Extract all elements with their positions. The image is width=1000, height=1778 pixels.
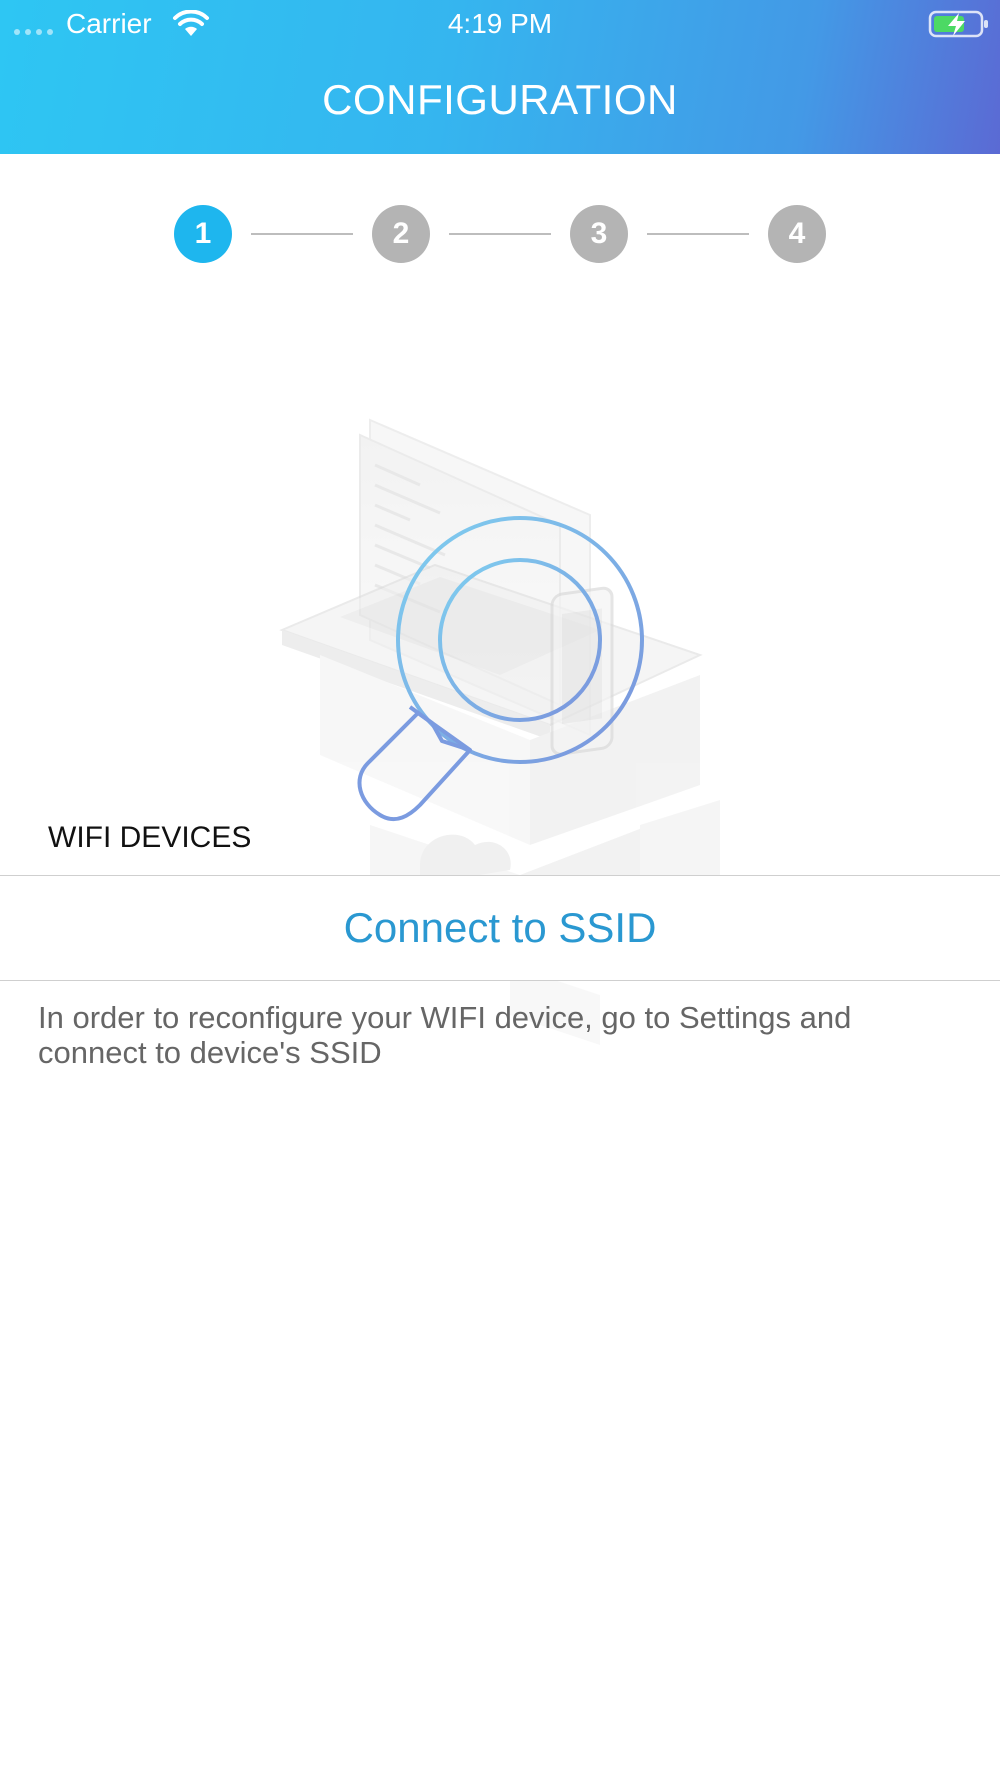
step-connector: [647, 233, 749, 235]
section-label: WIFI DEVICES: [48, 821, 252, 854]
status-bar: Carrier 4:19 PM: [0, 0, 1000, 48]
help-text: In order to reconfigure your WIFI device…: [38, 1000, 852, 1070]
connect-to-ssid-button[interactable]: Connect to SSID: [0, 876, 1000, 980]
configuration-screen: Carrier 4:19 PM CONFIGURATION 1 2 3 4 WI…: [0, 0, 1000, 1778]
clock: 4:19 PM: [447, 8, 553, 39]
battery-charging-icon: [928, 10, 988, 38]
stepper: 1 2 3 4: [0, 205, 1000, 265]
step-connector: [251, 233, 353, 235]
step-connector: [449, 233, 551, 235]
step-4: 4: [768, 205, 826, 263]
divider: [0, 980, 1000, 981]
page-title: CONFIGURATION: [322, 76, 678, 123]
header: Carrier 4:19 PM CONFIGURATION: [0, 0, 1000, 154]
step-3: 3: [570, 205, 628, 263]
step-2: 2: [372, 205, 430, 263]
step-1: 1: [174, 205, 232, 263]
